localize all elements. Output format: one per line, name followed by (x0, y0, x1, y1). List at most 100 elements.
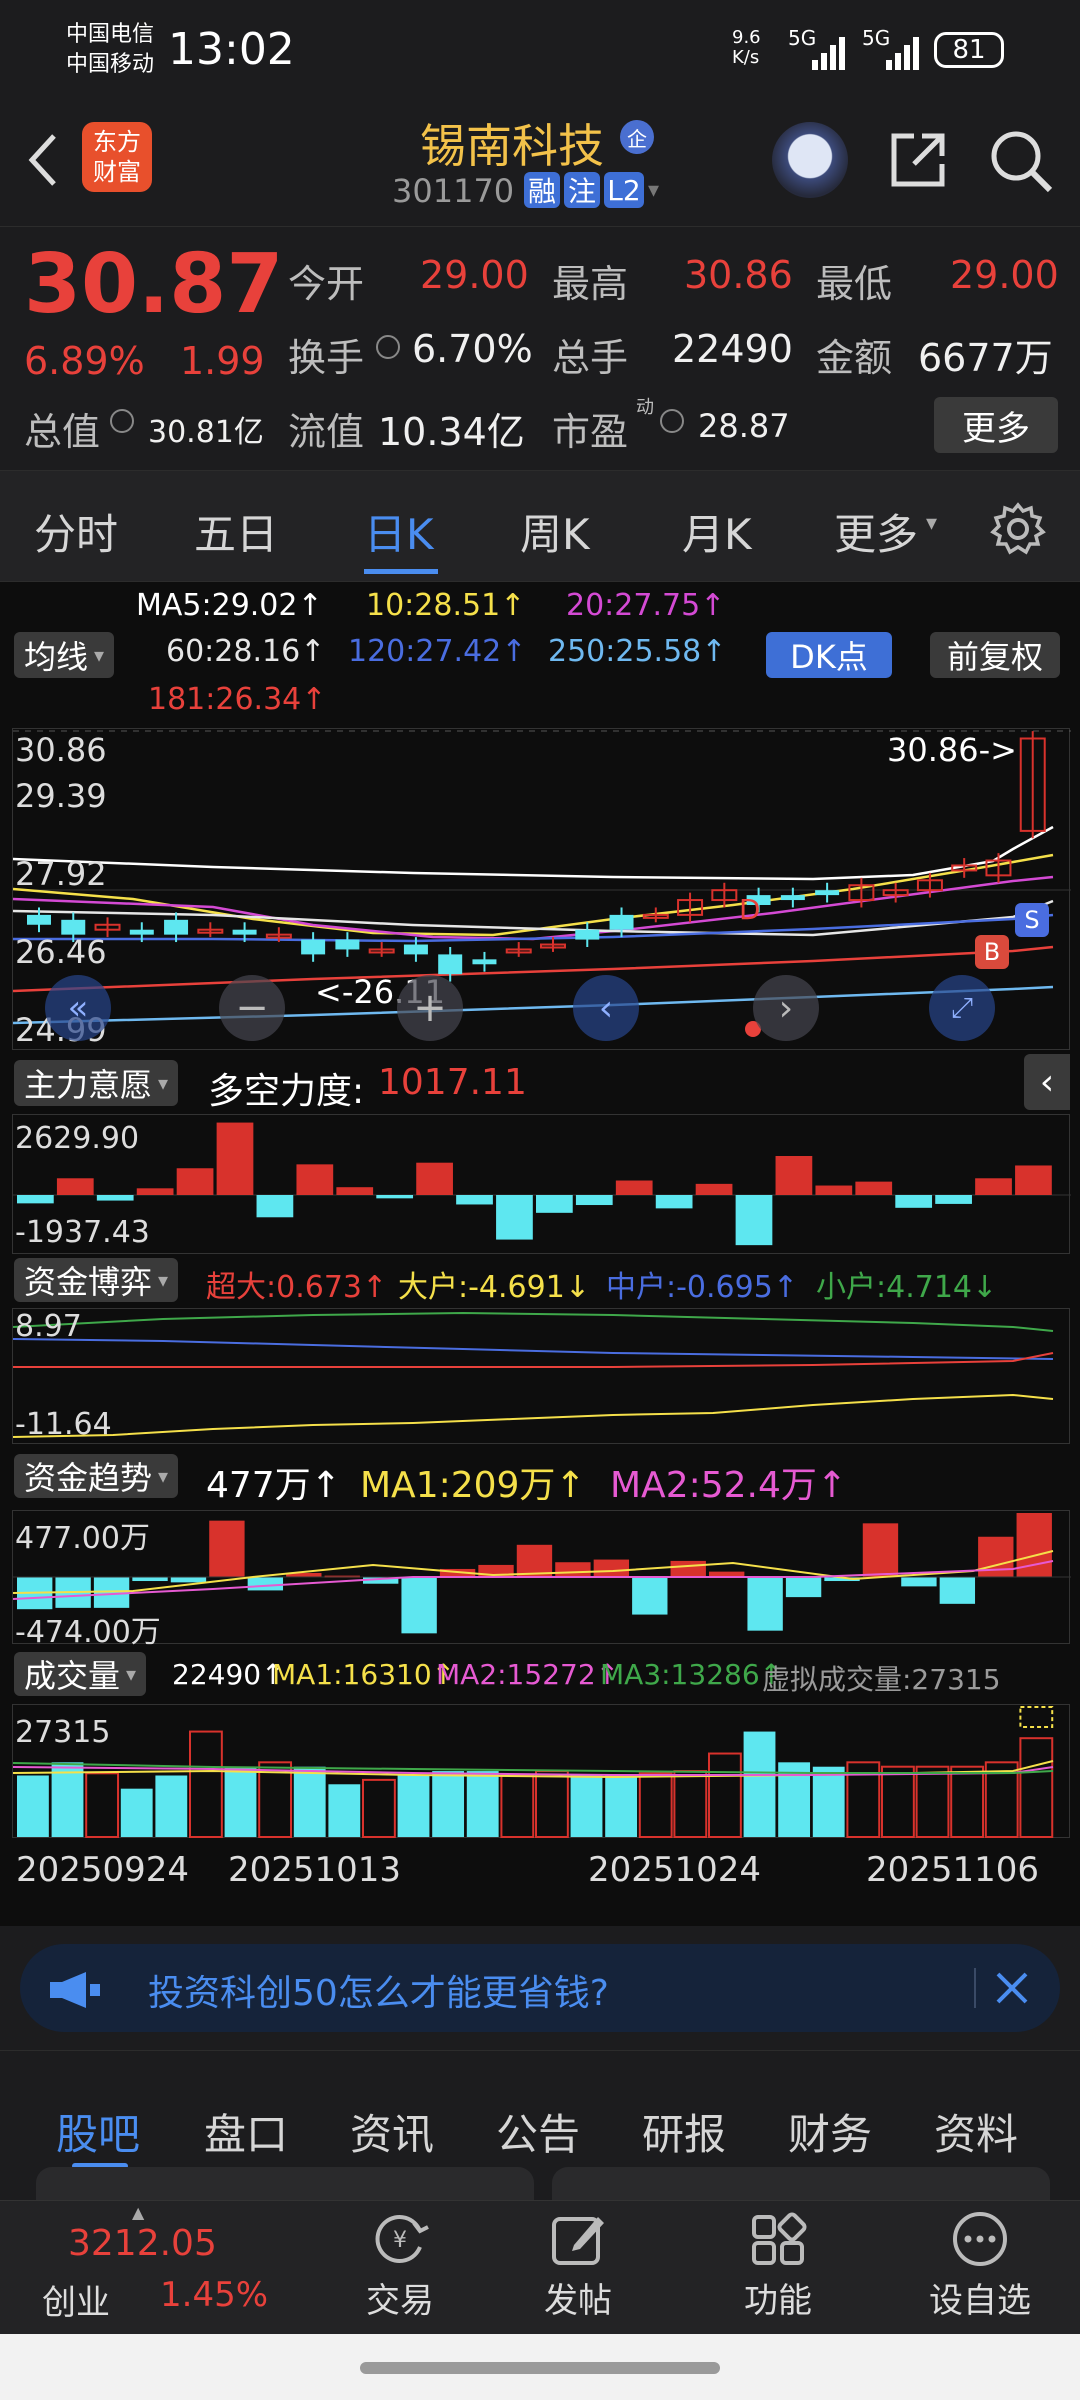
tab-order-book[interactable]: 盘口 (204, 2101, 288, 2162)
candle-body (780, 895, 805, 901)
ind1-chart: 2629.90 -1937.43 (12, 1114, 1071, 1254)
ind1-bar (695, 1183, 733, 1195)
more-button[interactable]: 更多 (934, 397, 1058, 453)
ind4-selector[interactable]: 成交量 (14, 1652, 147, 1696)
back-arrow-icon[interactable] (22, 130, 62, 190)
zoom-out-icon[interactable]: − (219, 975, 285, 1041)
stock-tags: 融 注 L2 ▾ (524, 172, 659, 208)
ma5-value: MA5:29.02↑ (136, 588, 323, 623)
turnover-label: 换手 (288, 336, 365, 380)
fullscreen-icon[interactable]: ⤢ (929, 975, 995, 1041)
tab-profile[interactable]: 资料 (934, 2101, 1018, 2162)
close-icon[interactable] (992, 1968, 1032, 2008)
volume-bar (293, 1766, 326, 1837)
dk-point-button[interactable]: DK点 (766, 632, 892, 678)
search-icon[interactable] (988, 128, 1054, 194)
ma10-value: 10:28.51↑ (366, 588, 526, 623)
home-indicator[interactable] (360, 2362, 720, 2374)
nav-functions-label: 功能 (744, 2281, 812, 2321)
tab-monthly-k[interactable]: 月K (682, 501, 752, 562)
ma120-value: 120:27.42↑ (348, 634, 527, 669)
tab-more[interactable]: 更多 (834, 501, 918, 562)
ind4-top-label: 27315 (15, 1715, 111, 1750)
zoom-in-icon[interactable]: + (397, 975, 463, 1041)
ind2-chart: 8.97 -11.64 (12, 1308, 1070, 1444)
info-icon[interactable] (376, 335, 400, 359)
y-label-4: 26.46 (15, 933, 107, 971)
tab-announcements[interactable]: 公告 (496, 2101, 580, 2162)
tab-forum[interactable]: 股吧 (56, 2101, 140, 2162)
ind2-large: 大户:-4.691↓ (398, 1270, 590, 1305)
tab-news[interactable]: 资讯 (350, 2101, 434, 2162)
adjust-forward-button[interactable]: 前复权 (930, 632, 1060, 678)
ind3-selector[interactable]: 资金趋势 (14, 1454, 179, 1498)
tab-five-day[interactable]: 五日 (194, 501, 278, 562)
tab-intraday[interactable]: 分时 (34, 501, 118, 562)
ma60-value: 60:28.16↑ (166, 634, 326, 669)
candle-body (575, 929, 600, 940)
ind2-svg (12, 1311, 1054, 1438)
ind1-bar (216, 1122, 254, 1195)
tab-financials[interactable]: 财务 (788, 2101, 872, 2162)
candle-body (335, 939, 360, 950)
quote-panel: 30.87 6.89% 1.99 今开 29.00 最高 30.86 最低 29… (0, 226, 1080, 470)
ad-text: 投资科创50怎么才能更省钱? (148, 1973, 609, 2014)
ind2-selector[interactable]: 资金博弈 (14, 1258, 179, 1302)
robot-assistant-icon[interactable] (772, 122, 848, 198)
nav-post[interactable]: 发帖 (518, 2209, 638, 2329)
candle-body (232, 929, 257, 935)
last-price: 30.87 (24, 237, 284, 332)
change-percent: 6.89% (24, 339, 145, 383)
ad-section: 投资科创50怎么才能更省钱? (0, 1926, 1080, 2050)
ma181-line (12, 945, 1054, 993)
tab-weekly-k[interactable]: 周K (520, 501, 590, 562)
nav-add-watchlist[interactable]: 设自选 (910, 2209, 1050, 2329)
kline-chart[interactable]: 30.86 29.39 27.92 26.46 24.99 30.86-> <-… (12, 728, 1071, 1050)
sell-signal[interactable]: S (1015, 903, 1049, 937)
index-widget[interactable]: ▲ 3212.05 创业 1.45% (42, 2201, 268, 2335)
tab-daily-k[interactable]: 日K (364, 501, 434, 562)
ma20-value: 20:27.75↑ (566, 588, 726, 623)
tab-research[interactable]: 研报 (642, 2101, 726, 2162)
info-icon[interactable] (110, 409, 134, 433)
share-icon[interactable] (886, 128, 950, 192)
ind1-bar (975, 1178, 1012, 1195)
info-icon[interactable] (660, 409, 684, 433)
bottom-nav: ▲ 3212.05 创业 1.45% ¥ 交易 发帖 功能 设自选 (0, 2200, 1080, 2334)
ad-banner[interactable]: 投资科创50怎么才能更省钱? (20, 1944, 1060, 2032)
collapse-panel-icon[interactable]: ‹ (1024, 1054, 1070, 1110)
volume-bar (120, 1788, 153, 1837)
system-gesture-area (0, 2334, 1080, 2400)
float-value: 10.34亿 (378, 410, 525, 454)
candle-body (164, 919, 189, 935)
volume-bar (466, 1771, 499, 1837)
ind1-bar (615, 1180, 653, 1195)
move-left-icon[interactable]: ‹ (573, 975, 639, 1041)
nav-functions[interactable]: 功能 (718, 2209, 838, 2329)
ind4-virtual-volume: 虚拟成交量:27315 (762, 1663, 1001, 1696)
svg-text:¥: ¥ (393, 2228, 407, 2253)
date-label-2: 20251013 (228, 1850, 402, 1890)
gear-icon[interactable] (990, 501, 1046, 557)
ind1-bar (575, 1195, 613, 1206)
ind4-header: 成交量 22490↑ MA1:16310↑ MA2:15272↑ MA3:132… (0, 1648, 1080, 1700)
ind3-bar (555, 1562, 591, 1577)
volume-bar (708, 1752, 742, 1838)
ma-selector[interactable]: 均线 (14, 632, 115, 678)
chevron-down-icon[interactable]: ▾ (648, 178, 659, 203)
scroll-to-start-icon[interactable]: « (45, 975, 111, 1041)
ind3-header: 资金趋势 477万↑ MA1:209万↑ MA2:52.4万↑ (0, 1450, 1080, 1506)
ind1-selector[interactable]: 主力意愿 (14, 1060, 179, 1106)
volume-bar (605, 1775, 638, 1837)
ind4-ma2: MA2:15272↑ (436, 1658, 620, 1691)
ind1-bar (136, 1188, 174, 1195)
volume-bar (17, 1775, 49, 1837)
move-right-icon[interactable]: › (753, 975, 819, 1041)
nav-trade[interactable]: ¥ 交易 (340, 2209, 460, 2329)
ind2-super-large: 超大:0.673↑ (206, 1270, 388, 1305)
date-label-3: 20251024 (588, 1850, 762, 1890)
ind2-small-line (12, 1311, 1054, 1332)
candle-body (472, 959, 497, 965)
ind3-bar (670, 1560, 706, 1577)
buy-signal[interactable]: B (975, 935, 1009, 969)
